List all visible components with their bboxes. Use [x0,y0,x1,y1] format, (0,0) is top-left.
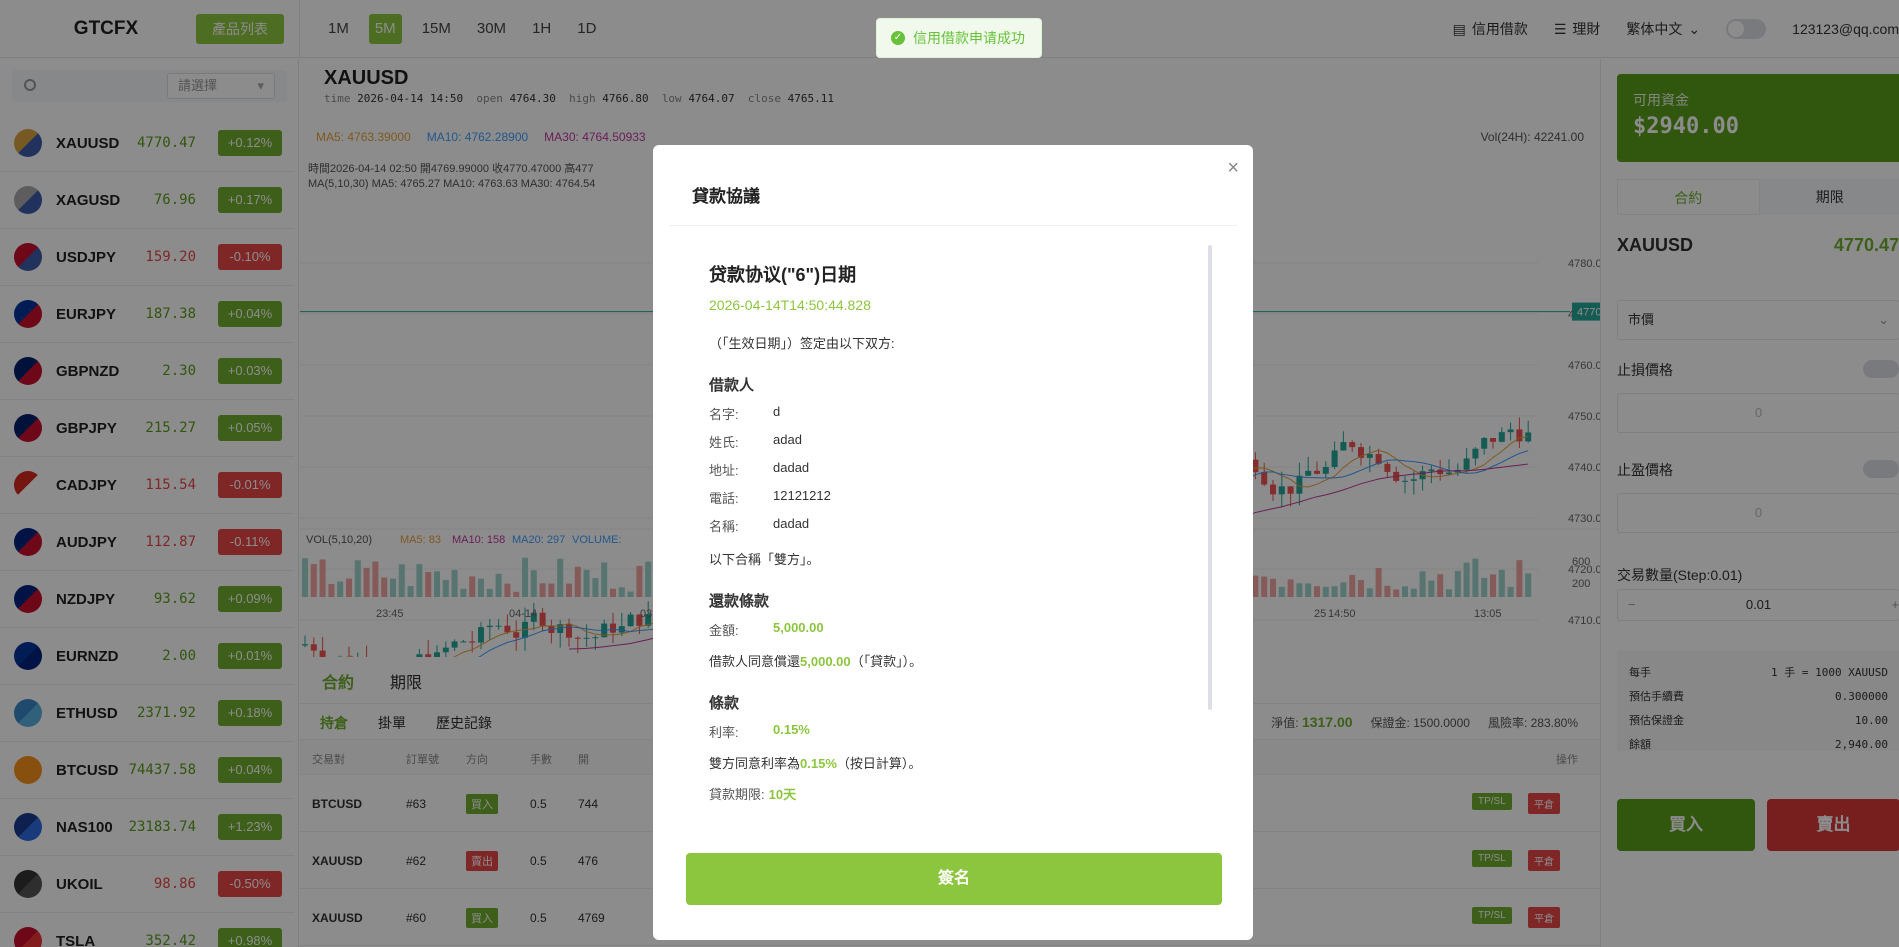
borrower-field: 姓氏: adad [709,432,802,450]
rate-row: 利率: 0.15% [709,722,810,740]
sign-button[interactable]: 簽名 [686,853,1222,905]
modal-title: 貸款協議 [692,187,760,206]
repay-text: 借款人同意償還5,000.00（「貸款」）。 [709,654,923,669]
borrower-field: 電話: 12121212 [709,488,831,506]
borrower-field: 名稱: dadad [709,516,810,534]
intro-text: （「生效日期」）签定由以下双方: [709,336,895,351]
parties-text: 以下合稱「雙方」。 [709,552,820,567]
document-scrollbar[interactable] [1208,245,1212,710]
document-title: 贷款协议("6")日期 [709,265,857,285]
borrower-details: 名字: d 姓氏: adad 地址: dadad 電話: 12121212 名稱: dadad [709,404,1209,535]
borrower-field: 名字: d [709,404,781,422]
terms-heading: 條款 [709,695,740,712]
agreement-document[interactable]: 贷款协议("6")日期 2026-04-14T14:50:44.828 （「生效… [709,245,1209,825]
repayment-heading: 還款條款 [709,593,770,610]
amount-row: 金額: 5,000.00 [709,620,824,638]
rate-text: 雙方同意利率為0.15%（按日計算）。 [709,756,922,771]
check-icon: ✓ [891,31,905,45]
divider [669,225,1237,226]
document-date: 2026-04-14T14:50:44.828 [709,297,871,313]
loan-agreement-modal: 貸款協議 × 贷款协议("6")日期 2026-04-14T14:50:44.8… [653,145,1253,940]
close-icon[interactable]: × [1227,157,1239,180]
toast-message: 信用借款申请成功 [913,30,1025,46]
success-toast: ✓ 信用借款申请成功 [876,18,1042,58]
borrower-field: 地址: dadad [709,460,810,478]
borrower-heading: 借款人 [709,377,755,394]
term-row: 貸款期限: 10天 [709,787,797,802]
